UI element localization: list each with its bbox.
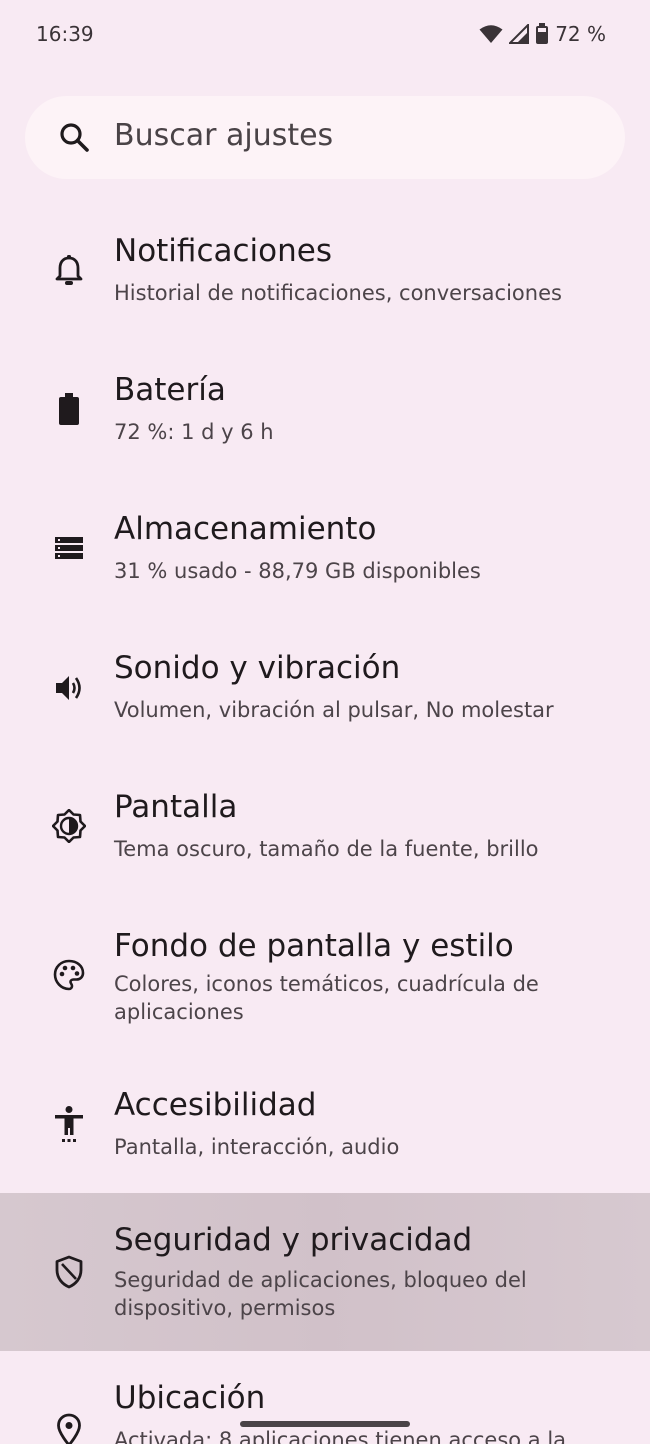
status-icons: 72 % (479, 22, 606, 46)
settings-item-pantalla[interactable]: Pantalla Tema oscuro, tamaño de la fuent… (0, 756, 650, 895)
settings-item-fondo[interactable]: Fondo de pantalla y estilo Colores, icon… (0, 895, 650, 1058)
search-bar[interactable]: Buscar ajustes (25, 96, 625, 179)
signal-icon (509, 24, 530, 44)
location-pin-icon (52, 1413, 86, 1444)
item-subtitle: Pantalla, interacción, audio (114, 1135, 400, 1159)
item-subtitle: 72 %: 1 d y 6 h (114, 420, 274, 444)
settings-item-notificaciones[interactable]: Notificaciones Historial de notificacion… (0, 200, 650, 339)
item-title: Ubicación (114, 1380, 266, 1416)
settings-item-seguridad[interactable]: Seguridad y privacidad Seguridad de apli… (0, 1193, 650, 1351)
home-indicator[interactable] (240, 1421, 410, 1427)
shield-icon (52, 1255, 86, 1289)
item-subtitle: Tema oscuro, tamaño de la fuente, brillo (114, 837, 539, 861)
item-subtitle: Volumen, vibración al pulsar, No molesta… (114, 698, 554, 722)
storage-icon (52, 531, 86, 565)
status-bar: 16:39 72 % (0, 0, 650, 72)
status-time: 16:39 (36, 22, 94, 46)
item-title: Batería (114, 372, 226, 408)
item-title: Seguridad y privacidad (114, 1222, 473, 1258)
wifi-icon (479, 24, 503, 44)
item-subtitle: Activada: 8 aplicaciones tienen acceso a… (114, 1428, 567, 1444)
item-subtitle: Historial de notificaciones, conversacio… (114, 281, 562, 305)
settings-item-sonido[interactable]: Sonido y vibración Volumen, vibración al… (0, 617, 650, 756)
battery-status-icon (535, 23, 549, 45)
item-title: Accesibilidad (114, 1087, 317, 1123)
item-subtitle: 31 % usado - 88,79 GB disponibles (114, 559, 481, 583)
palette-icon (52, 958, 86, 992)
brightness-icon (52, 809, 86, 843)
battery-icon (52, 392, 86, 426)
item-title: Sonido y vibración (114, 650, 401, 686)
search-icon (57, 120, 91, 158)
item-subtitle: Colores, iconos temáticos, cuadrícula de… (114, 972, 539, 1024)
speaker-icon (52, 671, 86, 705)
item-title: Pantalla (114, 789, 238, 825)
accessibility-icon (52, 1105, 86, 1142)
search-placeholder: Buscar ajustes (114, 118, 334, 153)
item-title: Notificaciones (114, 233, 332, 269)
settings-item-almacenamiento[interactable]: Almacenamiento 31 % usado - 88,79 GB dis… (0, 478, 650, 617)
settings-item-ubicacion[interactable]: Ubicación Activada: 8 aplicaciones tiene… (0, 1351, 650, 1444)
bell-icon (52, 254, 86, 288)
item-title: Fondo de pantalla y estilo (114, 928, 514, 964)
item-title: Almacenamiento (114, 511, 377, 547)
settings-item-accesibilidad[interactable]: Accesibilidad Pantalla, interacción, aud… (0, 1058, 650, 1193)
settings-item-bateria[interactable]: Batería 72 %: 1 d y 6 h (0, 339, 650, 478)
battery-percent: 72 % (555, 22, 606, 46)
item-subtitle: Seguridad de aplicaciones, bloqueo del d… (114, 1268, 527, 1320)
